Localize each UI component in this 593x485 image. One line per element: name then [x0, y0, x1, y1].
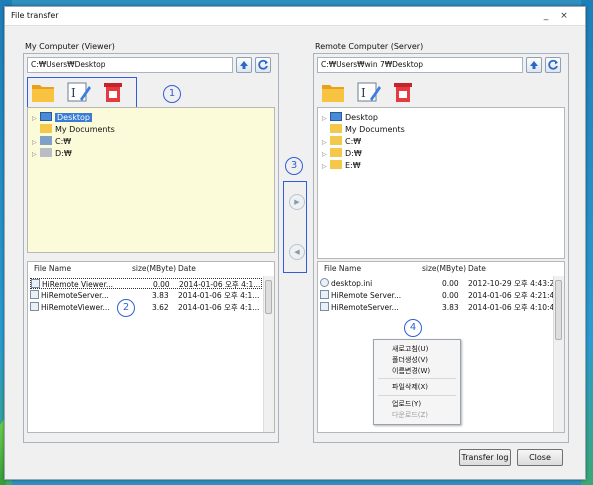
- file-icon: [31, 279, 40, 288]
- remote-folder-tree: ▷ Desktop My Documents ▷ C:₩ ▷ D:₩ ▷ E:₩: [317, 107, 565, 259]
- file-icon: [30, 302, 39, 311]
- callout-badge-1: 1: [163, 85, 181, 103]
- scrollbar-thumb[interactable]: [555, 280, 562, 340]
- desktop-icon: [330, 112, 342, 121]
- local-refresh-button[interactable]: [255, 57, 271, 73]
- local-folder-tree: ▷ Desktop My Documents ▷ C:₩ ▷ D:₩: [27, 107, 275, 253]
- callout-badge-2: 2: [117, 299, 135, 317]
- column-header-date[interactable]: Date: [178, 262, 196, 275]
- expand-icon: ▷: [32, 139, 37, 146]
- table-row[interactable]: HiRemote Viewer... 0.00 2014-01-06 오후 4:…: [30, 278, 262, 289]
- menu-separator: [378, 378, 456, 379]
- rename-icon[interactable]: I: [67, 80, 91, 104]
- column-header-size[interactable]: size(MByte): [422, 262, 466, 275]
- menu-item-refresh[interactable]: 새로고침(U): [392, 344, 428, 354]
- refresh-icon: [548, 59, 558, 70]
- transfer-to-remote-button[interactable]: ▶: [289, 194, 305, 210]
- arrow-up-icon: [530, 61, 538, 69]
- local-file-list: File Name size(MByte) Date HiRemote View…: [27, 261, 275, 433]
- menu-separator: [378, 395, 456, 396]
- menu-item-upload[interactable]: 업로드(Y): [392, 399, 421, 409]
- folder-icon: [330, 136, 342, 145]
- arrow-up-icon: [240, 61, 248, 69]
- column-header-size[interactable]: size(MByte): [132, 262, 176, 275]
- delete-icon[interactable]: [391, 80, 415, 104]
- folder-icon: [330, 160, 342, 169]
- remote-up-button[interactable]: [526, 57, 542, 73]
- window-title: File transfer: [11, 11, 59, 20]
- svg-text:I: I: [361, 86, 366, 100]
- refresh-icon: [258, 59, 268, 70]
- menu-item-delete[interactable]: 파일삭제(X): [392, 382, 428, 392]
- file-transfer-window: File transfer _ × My Computer (Viewer) C…: [4, 6, 586, 480]
- svg-text:I: I: [71, 86, 76, 100]
- remote-tree-item-documents[interactable]: My Documents: [330, 124, 405, 135]
- expand-icon: ▷: [32, 151, 37, 158]
- folder-icon: [330, 124, 342, 133]
- new-folder-icon[interactable]: [321, 80, 345, 104]
- delete-icon[interactable]: [101, 80, 125, 104]
- column-header-date[interactable]: Date: [468, 262, 486, 275]
- expand-icon: ▷: [322, 151, 327, 158]
- callout-badge-3: 3: [285, 157, 303, 175]
- close-window-button[interactable]: ×: [558, 10, 570, 22]
- transfer-log-button[interactable]: Transfer log: [459, 449, 511, 466]
- rename-icon[interactable]: I: [357, 80, 381, 104]
- menu-item-download: 다운로드(Z): [392, 411, 429, 419]
- remote-panel-label: Remote Computer (Server): [315, 42, 424, 51]
- local-up-button[interactable]: [236, 57, 252, 73]
- remote-list-scrollbar[interactable]: [553, 276, 564, 432]
- context-menu: 새로고침(U) 폴더생성(V) 이름변경(W) 파일삭제(X) 업로드(Y) 다…: [373, 339, 461, 425]
- expand-icon: ▷: [322, 163, 327, 170]
- expand-icon: ▷: [322, 115, 327, 122]
- drive-icon: [40, 136, 52, 145]
- column-header-name[interactable]: File Name: [324, 262, 361, 275]
- minimize-button[interactable]: _: [540, 10, 552, 22]
- remote-tree-item-c[interactable]: ▷ C:₩: [322, 136, 361, 147]
- callout-badge-4: 4: [404, 319, 422, 337]
- remote-tree-item-e[interactable]: ▷ E:₩: [322, 160, 361, 171]
- local-panel-label: My Computer (Viewer): [25, 42, 115, 51]
- title-bar: File transfer _ ×: [5, 7, 585, 26]
- table-row[interactable]: desktop.ini 0.00 2012-10-29 오후 4:43:22: [320, 278, 559, 289]
- file-icon: [30, 290, 39, 299]
- transfer-buttons-highlight: ▶ ◀: [283, 181, 307, 273]
- file-icon: [320, 302, 329, 311]
- column-header-name[interactable]: File Name: [34, 262, 71, 275]
- table-row[interactable]: HiRemoteServer... 3.83 2014-01-06 오후 4:1…: [320, 302, 559, 313]
- menu-item-new-folder[interactable]: 폴더생성(V): [392, 355, 428, 365]
- local-tree-item-d[interactable]: ▷ D:₩: [32, 148, 72, 159]
- transfer-to-local-button[interactable]: ◀: [289, 244, 305, 260]
- folder-icon: [40, 124, 52, 133]
- local-path-input[interactable]: C:₩Users₩Desktop: [27, 57, 233, 73]
- expand-icon: ▷: [322, 139, 327, 146]
- desktop-icon: [40, 112, 52, 121]
- table-row[interactable]: HiRemote Server... 0.00 2014-01-06 오후 4:…: [320, 290, 559, 301]
- menu-item-rename[interactable]: 이름변경(W): [392, 366, 430, 376]
- close-button[interactable]: Close: [517, 449, 563, 466]
- local-tree-item-c[interactable]: ▷ C:₩: [32, 136, 71, 147]
- local-tree-item-documents[interactable]: My Documents: [40, 124, 115, 135]
- file-icon: [320, 290, 329, 299]
- settings-file-icon: [320, 278, 329, 287]
- local-tree-item-desktop[interactable]: ▷ Desktop: [32, 112, 92, 123]
- remote-refresh-button[interactable]: [545, 57, 561, 73]
- table-row[interactable]: HiRemoteViewer... 3.62 2014-01-06 오후 4:1…: [30, 302, 262, 313]
- scrollbar-thumb[interactable]: [265, 280, 272, 314]
- drive-icon: [40, 148, 52, 157]
- table-row[interactable]: HiRemoteServer... 3.83 2014-01-06 오후 4:1…: [30, 290, 262, 301]
- remote-tree-item-d[interactable]: ▷ D:₩: [322, 148, 362, 159]
- remote-path-input[interactable]: C:₩Users₩win 7₩Desktop: [317, 57, 523, 73]
- new-folder-icon[interactable]: [31, 80, 55, 104]
- remote-tree-item-desktop[interactable]: ▷ Desktop: [322, 112, 378, 123]
- folder-icon: [330, 148, 342, 157]
- local-list-scrollbar[interactable]: [263, 276, 274, 432]
- expand-icon: ▷: [32, 115, 37, 122]
